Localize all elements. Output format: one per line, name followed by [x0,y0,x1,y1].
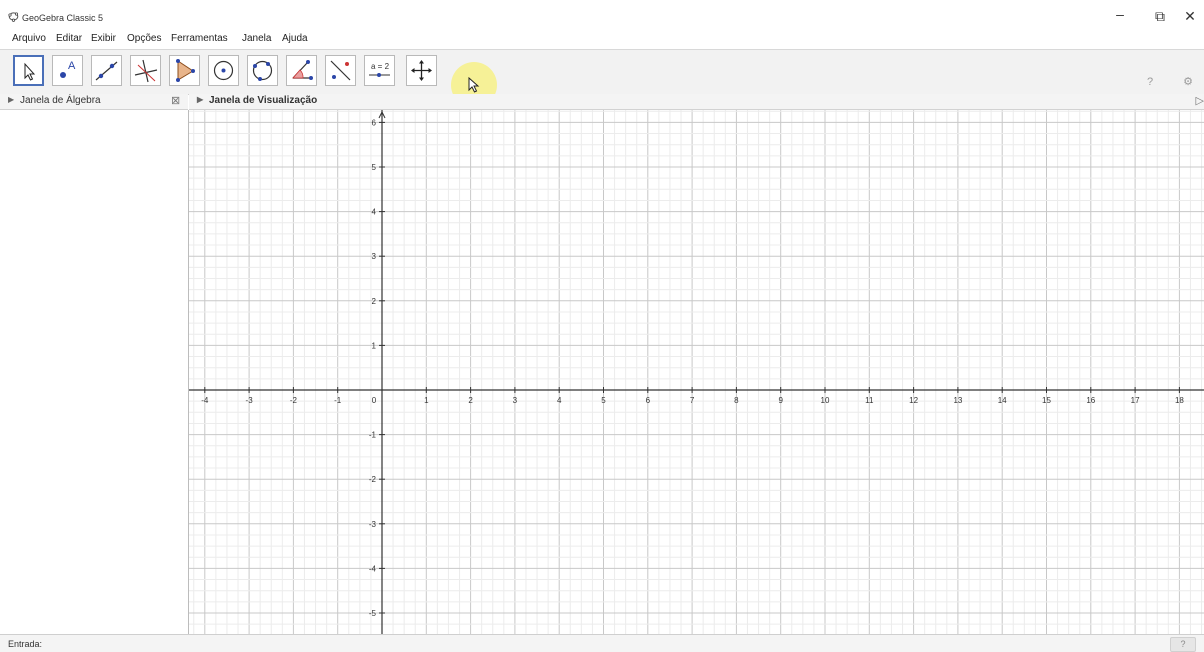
x-tick-label: -3 [246,396,254,405]
x-tick-label: -4 [201,396,209,405]
x-tick-label: 7 [690,396,695,405]
x-tick-label: 8 [734,396,739,405]
menu-opcoes[interactable]: Opções [127,33,161,44]
help-icon[interactable]: ? [1134,72,1166,92]
y-tick-label: 1 [372,341,377,350]
expand-triangle-icon[interactable]: ▶ [8,95,14,104]
angle-icon [292,60,313,80]
x-tick-label: 12 [909,396,918,405]
move-tool-button[interactable] [13,55,44,86]
polygon-icon [176,59,195,82]
y-tick-label: 3 [372,252,377,261]
graphics-panel-title: Janela de Visualização [209,95,318,106]
x-tick-label: 1 [424,396,429,405]
x-tick-label: 17 [1131,396,1140,405]
polygon-tool-button[interactable] [169,55,200,86]
x-tick-label: 6 [646,396,651,405]
input-label: Entrada: [8,639,43,649]
algebra-view[interactable] [0,110,189,634]
y-tick-label: 4 [372,208,377,217]
mouse-pointer-icon [468,77,480,93]
y-tick-label: -2 [369,475,377,484]
y-tick-label: -5 [369,609,377,618]
y-tick-label: 5 [372,163,377,172]
point-tool-label: A [68,60,76,72]
reflect-tool-button[interactable] [325,55,356,86]
x-tick-label: 5 [601,396,606,405]
circle-three-points-tool-button[interactable] [247,55,278,86]
menu-editar[interactable]: Editar [56,33,82,44]
close-icon[interactable]: ✕ [1180,8,1200,25]
circle-three-points-icon [252,60,273,81]
y-tick-label: 2 [372,297,377,306]
y-tick-label: 6 [372,118,377,127]
move-graphics-view-icon [411,60,432,81]
menu-arquivo[interactable]: Arquivo [12,33,46,44]
x-tick-label: 13 [953,396,962,405]
x-tick-label: -1 [334,396,342,405]
expand-triangle-icon[interactable]: ▶ [197,95,203,104]
point-icon: A [60,60,76,78]
circle-tool-button[interactable] [208,55,239,86]
perpendicular-line-icon [134,59,158,83]
slider-tool-label: a = 2 [371,62,390,71]
x-tick-label: 15 [1042,396,1051,405]
point-tool-button[interactable]: A [52,55,83,86]
circle-center-point-icon [213,60,234,81]
title-bar: GeoGebra Classic 5 – ⧉ ✕ [0,0,1204,30]
x-tick-label: 16 [1086,396,1095,405]
menu-ferramentas[interactable]: Ferramentas [171,33,228,44]
window-title: GeoGebra Classic 5 [22,13,104,23]
line-tool-button[interactable] [91,55,122,86]
slider-tool-button[interactable]: a = 2 [364,55,395,86]
x-tick-label: 14 [998,396,1007,405]
menu-bar: Arquivo Editar Exibir Opções Ferramentas… [0,30,1204,48]
x-tick-label: 2 [468,396,473,405]
input-bar: Entrada: ? [0,634,1204,652]
x-tick-label: 11 [865,396,874,405]
x-tick-label: 4 [557,396,562,405]
menu-exibir[interactable]: Exibir [91,33,116,44]
coordinate-grid: -4 -3 -2 -1 0 1 2 3 4 5 6 7 8 9 10 11 12 13 14 15 16 17 186543… [189,110,1204,634]
move-icon [24,62,36,81]
x-tick-label: 0 [372,396,377,405]
input-help-button[interactable]: ? [1170,637,1196,652]
restore-icon[interactable]: ⧉ [1150,8,1170,25]
x-tick-label: 10 [821,396,830,405]
perpendicular-tool-button[interactable] [130,55,161,86]
settings-icon[interactable]: ⚙ [1172,72,1204,92]
y-tick-label: -3 [369,520,377,529]
angle-tool-button[interactable] [286,55,317,86]
y-tick-label: -4 [369,564,377,573]
x-tick-label: 9 [778,396,783,405]
reflect-point-icon [330,60,351,81]
x-tick-label: 3 [513,396,518,405]
geogebra-logo-icon [8,12,19,22]
minimize-icon[interactable]: – [1110,6,1130,22]
toolbar: A a = 2 ↶ ↷ ? ⚙ [0,49,1204,122]
algebra-panel-title: Janela de Álgebra [20,95,101,106]
slider-icon: a = 2 [369,62,390,77]
menu-janela[interactable]: Janela [242,33,271,44]
algebra-panel-header[interactable]: ▶ Janela de Álgebra ⊠ [0,94,188,110]
move-graphics-tool-button[interactable] [406,55,437,86]
menu-ajuda[interactable]: Ajuda [282,33,308,44]
close-panel-icon[interactable]: ⊠ [171,94,180,107]
graphics-view[interactable]: -4 -3 -2 -1 0 1 2 3 4 5 6 7 8 9 10 11 12 13 14 15 16 17 18 6 5 4 3… [189,110,1204,634]
graphics-panel-header[interactable]: ▶ Janela de Visualização ▷ [189,94,1204,110]
x-tick-label: -2 [290,396,298,405]
x-tick-label: 18 [1175,396,1184,405]
y-tick-label: -1 [369,431,377,440]
input-field[interactable] [62,637,1156,651]
line-icon [95,61,118,81]
panel-toggle-icon[interactable]: ▷ [1196,94,1204,107]
